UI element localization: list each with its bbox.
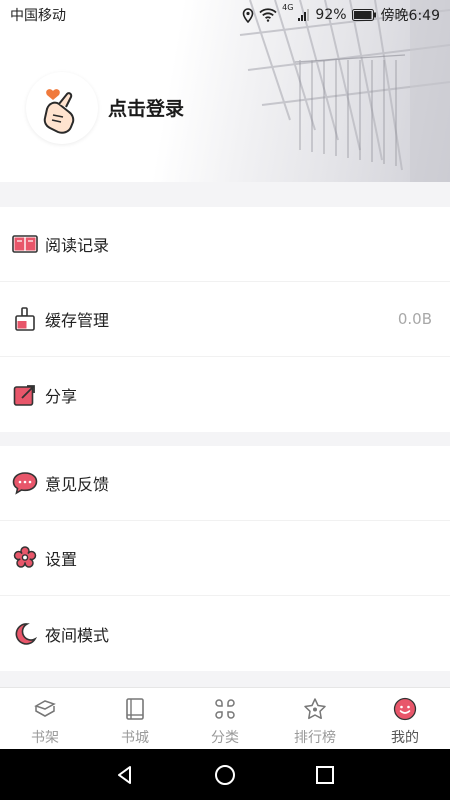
avatar[interactable] — [26, 72, 98, 144]
status-bar: 中国移动 4G 92% 傍晚6:49 — [0, 0, 450, 30]
menu-item-label: 意见反馈 — [45, 475, 110, 494]
recents-square-icon — [316, 765, 334, 784]
category-icon — [212, 696, 238, 722]
menu-item-label: 分享 — [45, 386, 78, 406]
menu-group-primary: 阅读记录 缓存管理 0.0B 分享 — [0, 207, 450, 432]
menu-item-label: 设置 — [45, 550, 78, 569]
gear-flower-icon — [12, 545, 38, 571]
menu-group-secondary: 意见反馈 设置 夜间模式 — [0, 446, 450, 671]
book-icon — [12, 231, 38, 257]
book-store-icon — [122, 696, 148, 722]
cache-size-value: 0.0B — [397, 310, 432, 328]
broom-icon — [12, 306, 38, 332]
clock: 傍晚6:49 — [380, 8, 440, 24]
tab-label: 书城 — [121, 730, 149, 746]
tab-label: 书架 — [31, 730, 59, 746]
network-type-label: 4G — [282, 3, 294, 12]
tab-category[interactable]: 分类 — [180, 688, 270, 750]
menu-item-feedback[interactable]: 意见反馈 — [0, 446, 450, 521]
signal-icon — [298, 9, 310, 21]
star-icon — [302, 696, 328, 722]
menu-item-night-mode[interactable]: 夜间模式 — [0, 596, 450, 671]
menu-item-cache-management[interactable]: 缓存管理 0.0B — [0, 282, 450, 357]
wifi-icon — [259, 8, 277, 22]
tab-bookshelf[interactable]: 书架 — [0, 688, 90, 750]
menu-item-share[interactable]: 分享 — [0, 357, 450, 432]
tab-label: 排行榜 — [294, 730, 336, 746]
profile-header: 中国移动 4G 92% 傍晚6:49 点击登录 — [0, 0, 450, 182]
back-button[interactable] — [105, 755, 145, 795]
share-icon — [12, 382, 38, 408]
bookshelf-icon — [32, 696, 58, 722]
bottom-tab-bar: 书架 书城 分类 排行榜 我的 — [0, 687, 450, 750]
finger-heart-icon — [43, 89, 75, 134]
menu-item-label: 夜间模式 — [45, 625, 110, 645]
login-button[interactable]: 点击登录 — [108, 94, 184, 121]
tab-ranking[interactable]: 排行榜 — [270, 688, 360, 750]
battery-percent: 92% — [315, 7, 347, 23]
system-navigation-bar — [0, 749, 450, 800]
menu-item-settings[interactable]: 设置 — [0, 521, 450, 596]
menu-item-reading-history[interactable]: 阅读记录 — [0, 207, 450, 282]
carrier-label: 中国移动 — [10, 8, 66, 24]
home-circle-icon — [215, 764, 235, 785]
tab-label: 我的 — [391, 730, 419, 746]
recents-button[interactable] — [305, 755, 345, 795]
tab-bookstore[interactable]: 书城 — [90, 688, 180, 750]
menu-item-label: 阅读记录 — [45, 236, 110, 255]
home-button[interactable] — [205, 755, 245, 795]
smiley-icon — [392, 696, 418, 722]
tab-mine[interactable]: 我的 — [360, 688, 450, 750]
location-icon — [242, 7, 254, 23]
menu-item-label: 缓存管理 — [45, 311, 110, 330]
battery-icon — [351, 9, 376, 21]
moon-icon — [12, 621, 38, 647]
chat-bubble-icon — [12, 470, 38, 496]
back-triangle-icon — [118, 765, 131, 784]
tab-label: 分类 — [211, 730, 239, 746]
